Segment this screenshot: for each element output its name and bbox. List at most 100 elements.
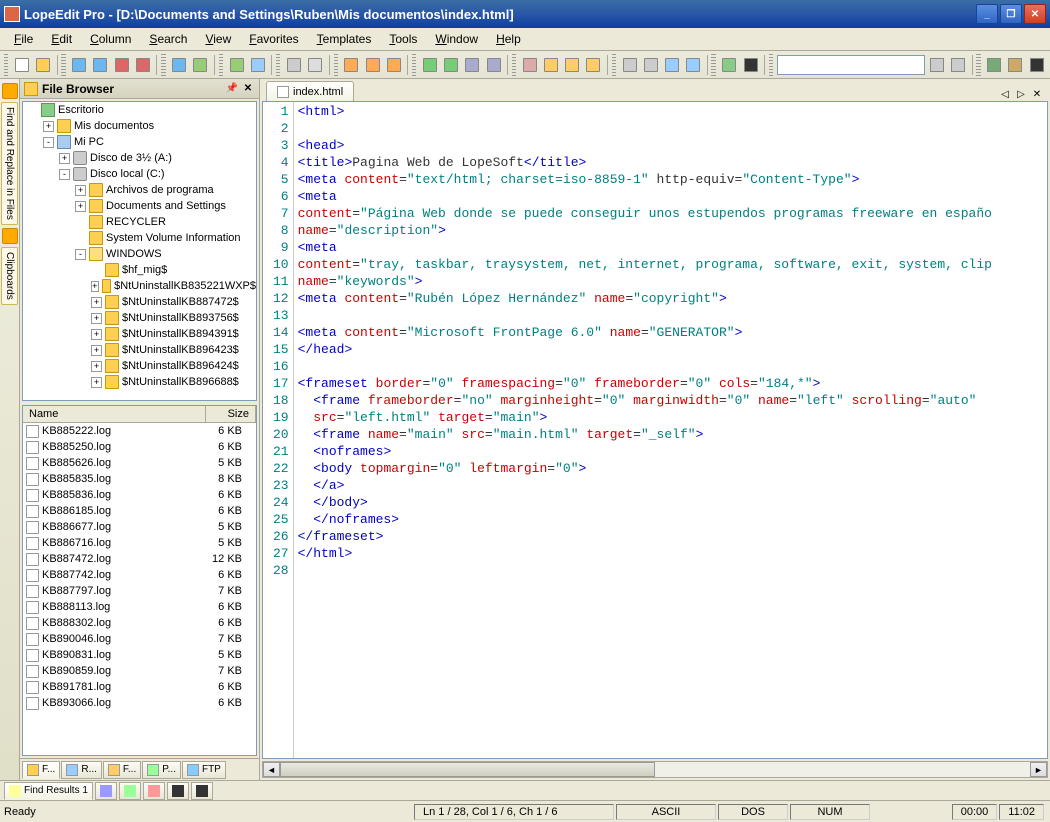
- tree-node[interactable]: +$NtUninstallKB835221WXP$: [23, 278, 256, 294]
- menu-column[interactable]: Column: [82, 30, 139, 48]
- tree-node[interactable]: RECYCLER: [23, 214, 256, 230]
- scroll-track[interactable]: [280, 762, 1030, 777]
- file-row[interactable]: KB888113.log6 KB: [23, 599, 256, 615]
- file-row[interactable]: KB890831.log5 KB: [23, 647, 256, 663]
- tree-expand-button[interactable]: +: [91, 281, 99, 292]
- tree-node[interactable]: +$NtUninstallKB894391$: [23, 326, 256, 342]
- code-line[interactable]: [298, 563, 1043, 580]
- file-row[interactable]: KB891781.log6 KB: [23, 679, 256, 695]
- code-line[interactable]: <frame frameborder="no" marginheight="0"…: [298, 393, 1043, 410]
- preview-button[interactable]: [306, 54, 325, 76]
- file-row[interactable]: KB886677.log5 KB: [23, 519, 256, 535]
- col-size[interactable]: Size: [206, 406, 256, 422]
- tree-node[interactable]: +$NtUninstallKB896688$: [23, 374, 256, 390]
- options-button[interactable]: [641, 54, 660, 76]
- file-row[interactable]: KB887472.log12 KB: [23, 551, 256, 567]
- find-button[interactable]: [541, 54, 560, 76]
- tree-node[interactable]: Escritorio: [23, 102, 256, 118]
- code-line[interactable]: src="left.html" target="main">: [298, 410, 1043, 427]
- minimize-button[interactable]: _: [976, 4, 998, 24]
- output-tab-2[interactable]: [119, 782, 141, 800]
- code-line[interactable]: <meta content="Rubén López Hernández" na…: [298, 291, 1043, 308]
- scroll-left-button[interactable]: ◄: [263, 762, 280, 777]
- tree-node[interactable]: -Disco local (C:): [23, 166, 256, 182]
- browser-tab-4[interactable]: FTP: [182, 761, 226, 779]
- goto-button[interactable]: [584, 54, 603, 76]
- help-button[interactable]: [683, 54, 702, 76]
- replace-button[interactable]: [563, 54, 582, 76]
- menu-templates[interactable]: Templates: [309, 30, 380, 48]
- code-line[interactable]: </html>: [298, 546, 1043, 563]
- tab-prev-button[interactable]: ◁: [998, 87, 1012, 101]
- code-line[interactable]: <body topmargin="0" leftmargin="0">: [298, 461, 1043, 478]
- menu-file[interactable]: File: [6, 30, 41, 48]
- code-line[interactable]: content="tray, taskbar, traysystem, net,…: [298, 257, 1043, 274]
- new-button[interactable]: [12, 54, 31, 76]
- menu-help[interactable]: Help: [488, 30, 529, 48]
- menu-edit[interactable]: Edit: [43, 30, 80, 48]
- file-row[interactable]: KB890046.log7 KB: [23, 631, 256, 647]
- menu-window[interactable]: Window: [427, 30, 486, 48]
- search-opt-button[interactable]: [948, 54, 967, 76]
- code-line[interactable]: name="description">: [298, 223, 1043, 240]
- tree-node[interactable]: +$NtUninstallKB896423$: [23, 342, 256, 358]
- code-line[interactable]: <meta: [298, 240, 1043, 257]
- save-all-button[interactable]: [91, 54, 110, 76]
- file-row[interactable]: KB886716.log5 KB: [23, 535, 256, 551]
- file-row[interactable]: KB885222.log6 KB: [23, 423, 256, 439]
- tree-expand-button[interactable]: +: [91, 297, 102, 308]
- search-go-button[interactable]: [927, 54, 946, 76]
- close-all-button[interactable]: [133, 54, 152, 76]
- file-list[interactable]: Name Size KB885222.log6 KBKB885250.log6 …: [22, 405, 257, 756]
- scroll-right-button[interactable]: ►: [1030, 762, 1047, 777]
- undo-button[interactable]: [191, 54, 210, 76]
- editor-horizontal-scrollbar[interactable]: ◄ ►: [262, 761, 1048, 778]
- file-row[interactable]: KB885626.log5 KB: [23, 455, 256, 471]
- code-line[interactable]: <meta content="text/html; charset=iso-88…: [298, 172, 1043, 189]
- print-button[interactable]: [284, 54, 303, 76]
- tree-node[interactable]: +Documents and Settings: [23, 198, 256, 214]
- disk-button[interactable]: [170, 54, 189, 76]
- code-line[interactable]: <meta content="Microsoft FrontPage 6.0" …: [298, 325, 1043, 342]
- tree-node[interactable]: +Mis documentos: [23, 118, 256, 134]
- tree-expand-button[interactable]: +: [75, 201, 86, 212]
- code-line[interactable]: [298, 359, 1043, 376]
- code-line[interactable]: </frameset>: [298, 529, 1043, 546]
- code-line[interactable]: <frame name="main" src="main.html" targe…: [298, 427, 1043, 444]
- tree-expand-button[interactable]: -: [59, 169, 70, 180]
- exec-button[interactable]: [1006, 54, 1025, 76]
- browser-tab-2[interactable]: F...: [103, 761, 141, 779]
- file-row[interactable]: KB885835.log8 KB: [23, 471, 256, 487]
- tree-node[interactable]: +Archivos de programa: [23, 182, 256, 198]
- tree-expand-button[interactable]: +: [91, 377, 102, 388]
- cut-button[interactable]: [342, 54, 361, 76]
- browser-button[interactable]: [720, 54, 739, 76]
- tree-node[interactable]: -WINDOWS: [23, 246, 256, 262]
- menu-tools[interactable]: Tools: [381, 30, 425, 48]
- tree-node[interactable]: +$NtUninstallKB893756$: [23, 310, 256, 326]
- tree-expand-button[interactable]: +: [43, 121, 54, 132]
- tools-button[interactable]: [620, 54, 639, 76]
- sidetab-clipboards[interactable]: Clipboards: [1, 247, 18, 305]
- find-results-tab[interactable]: Find Results 1: [4, 782, 93, 800]
- tree-node[interactable]: $hf_mig$: [23, 262, 256, 278]
- code-line[interactable]: <frameset border="0" framespacing="0" fr…: [298, 376, 1043, 393]
- tab-next-button[interactable]: ▷: [1014, 87, 1028, 101]
- tree-node[interactable]: +Disco de 3½ (A:): [23, 150, 256, 166]
- editor-tab-index[interactable]: index.html: [266, 81, 354, 101]
- file-row[interactable]: KB893066.log6 KB: [23, 695, 256, 711]
- console-tab-2[interactable]: [191, 782, 213, 800]
- tree-node[interactable]: +$NtUninstallKB896424$: [23, 358, 256, 374]
- tree-node[interactable]: -Mi PC: [23, 134, 256, 150]
- sidetab-find[interactable]: Find and Replace in Files: [1, 102, 18, 225]
- code-line[interactable]: <noframes>: [298, 444, 1043, 461]
- tree-node[interactable]: System Volume Information: [23, 230, 256, 246]
- file-row[interactable]: KB885250.log6 KB: [23, 439, 256, 455]
- console-tab-1[interactable]: [167, 782, 189, 800]
- code-editor[interactable]: 1234567891011121314151617181920212223242…: [262, 101, 1048, 759]
- output-tab-1[interactable]: [95, 782, 117, 800]
- sidetab-clipboards-icon[interactable]: [2, 228, 18, 244]
- maximize-button[interactable]: ❐: [1000, 4, 1022, 24]
- file-row[interactable]: KB887742.log6 KB: [23, 567, 256, 583]
- console-button[interactable]: [741, 54, 760, 76]
